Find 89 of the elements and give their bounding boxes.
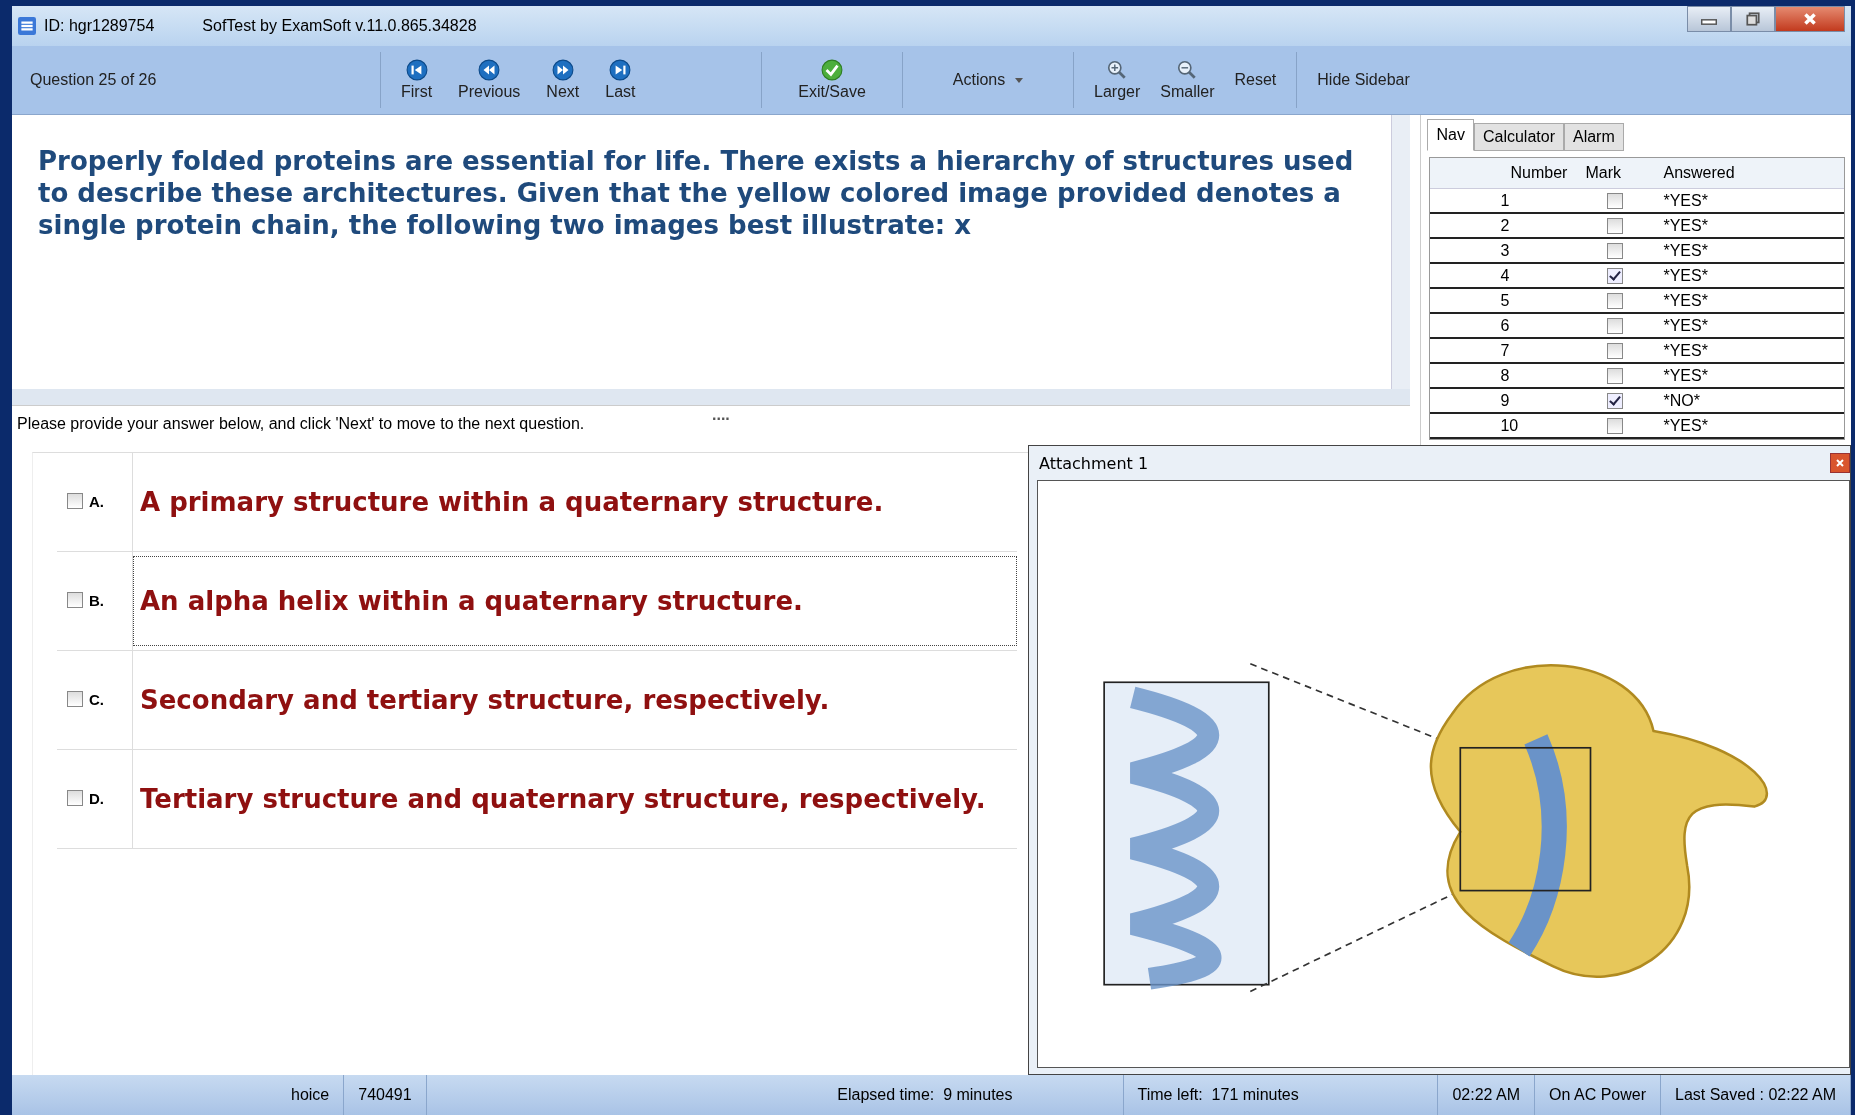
mark-checkbox[interactable] [1607,367,1624,384]
instruction-text: Please provide your answer below, and click 'Next' to move to the next question. [17,415,586,433]
answer-checkbox[interactable] [67,592,83,608]
status-text: 740491 [344,1075,427,1115]
mark-checkbox[interactable] [1607,417,1624,434]
answered-status: *YES* [1662,266,1708,285]
question-text: Properly folded proteins are essential for life. There exists a hierarchy of structures used to describe these architectures. Given that the yellow colored image provided denotes a single protein chain, the following two images best illustrate: x [37,145,1355,242]
answered-status: *YES* [1662,241,1708,260]
close-icon [1802,12,1818,26]
answer-letter: B. [89,592,104,609]
reset-button[interactable]: Reset [1224,46,1287,114]
answer-letter: D. [89,790,104,807]
column-header[interactable]: Answered [1645,164,1735,182]
restore-icon [1745,12,1761,26]
last-icon [609,59,632,81]
question-number[interactable]: 3 [1500,241,1586,260]
minimize-button[interactable] [1687,6,1731,32]
answered-status: *YES* [1662,316,1708,335]
answer-letter: A. [89,493,104,510]
vertical-scrollbar[interactable] [1391,115,1411,389]
hide-sidebar-button[interactable]: Hide Sidebar [1307,46,1420,114]
question-number[interactable]: 9 [1500,391,1586,410]
answer-letter: C. [89,691,104,708]
splitter-handle[interactable]: .... [712,406,730,424]
answered-status: *YES* [1662,416,1708,435]
answered-status: *YES* [1662,341,1708,360]
answered-status: *NO* [1662,391,1700,410]
question-number[interactable]: 8 [1500,366,1586,385]
answered-status: *YES* [1662,291,1708,310]
nav-button[interactable]: Next [536,46,590,114]
question-number[interactable]: 7 [1500,341,1586,360]
status-text: Elapsed time: 9 minutes [426,1075,1124,1115]
sidebar-tab[interactable]: Nav [1427,119,1474,151]
status-text: On AC Power [1535,1075,1661,1115]
next-icon [551,59,574,81]
exit-save-button[interactable]: Exit/Save [772,46,892,114]
zoom-button[interactable]: Smaller [1150,46,1225,114]
previous-icon [478,59,501,81]
status-text: hoice [277,1075,345,1115]
question-number[interactable]: 6 [1500,316,1586,335]
sidebar-tab[interactable]: Calculator [1473,123,1564,151]
mark-checkbox[interactable] [1607,192,1624,209]
question-number[interactable]: 4 [1500,266,1586,285]
question-number[interactable]: 5 [1500,291,1586,310]
checkmark-icon [821,59,843,81]
answer-option[interactable]: Tertiary structure and quaternary structure, respectively. [133,754,1017,844]
caret-icon [1015,77,1024,83]
zoom-button[interactable]: Larger [1084,46,1151,114]
exam-id: ID: hgr1289754 [44,17,155,35]
question-number[interactable]: 10 [1500,416,1586,435]
nav-button[interactable]: First [391,46,443,114]
column-header[interactable]: Number [1500,164,1586,182]
mark-checkbox[interactable] [1607,292,1624,309]
mark-checkbox[interactable] [1607,392,1624,409]
nav-button[interactable]: Previous [448,46,531,114]
answered-status: *YES* [1662,191,1708,210]
question-counter: Question 25 of 26 [29,70,158,90]
mark-checkbox[interactable] [1607,342,1624,359]
close-button[interactable] [1775,6,1845,32]
minimize-icon [1701,19,1717,25]
sidebar-tab[interactable]: Alarm [1563,123,1624,151]
actions-menu[interactable]: Actions [913,46,1063,114]
status-text: 02:22 AM [1438,1075,1536,1115]
answer-option[interactable]: A primary structure within a quaternary structure. [133,457,1017,547]
nav-button[interactable]: Last [595,46,646,114]
column-header[interactable]: Mark [1585,164,1646,182]
attachment-title: Attachment 1 [1039,453,1149,473]
close-icon [1835,458,1845,468]
question-number[interactable]: 2 [1500,216,1586,235]
answered-status: *YES* [1662,216,1708,235]
status-text: Last Saved : 02:22 AM [1661,1075,1851,1115]
question-number[interactable]: 1 [1500,191,1586,210]
mark-checkbox[interactable] [1607,217,1624,234]
answer-checkbox[interactable] [67,691,83,707]
first-icon [405,59,428,81]
close-button[interactable] [1830,453,1850,473]
answer-checkbox[interactable] [67,493,83,509]
horizontal-scrollbar[interactable] [12,389,1411,405]
answered-status: *YES* [1662,366,1708,385]
mark-checkbox[interactable] [1607,317,1624,334]
app-menu-icon[interactable] [18,17,36,35]
status-text: Time left: 171 minutes [1123,1075,1439,1115]
answer-option[interactable]: Secondary and tertiary structure, respectively. [133,655,1017,745]
window-title: SofTest by ExamSoft v.11.0.865.34828 [202,17,477,35]
mark-checkbox[interactable] [1607,267,1624,284]
answer-checkbox[interactable] [67,790,83,806]
restore-button[interactable] [1731,6,1775,32]
mark-checkbox[interactable] [1607,242,1624,259]
answer-option[interactable]: An alpha helix within a quaternary structure. [133,556,1017,646]
